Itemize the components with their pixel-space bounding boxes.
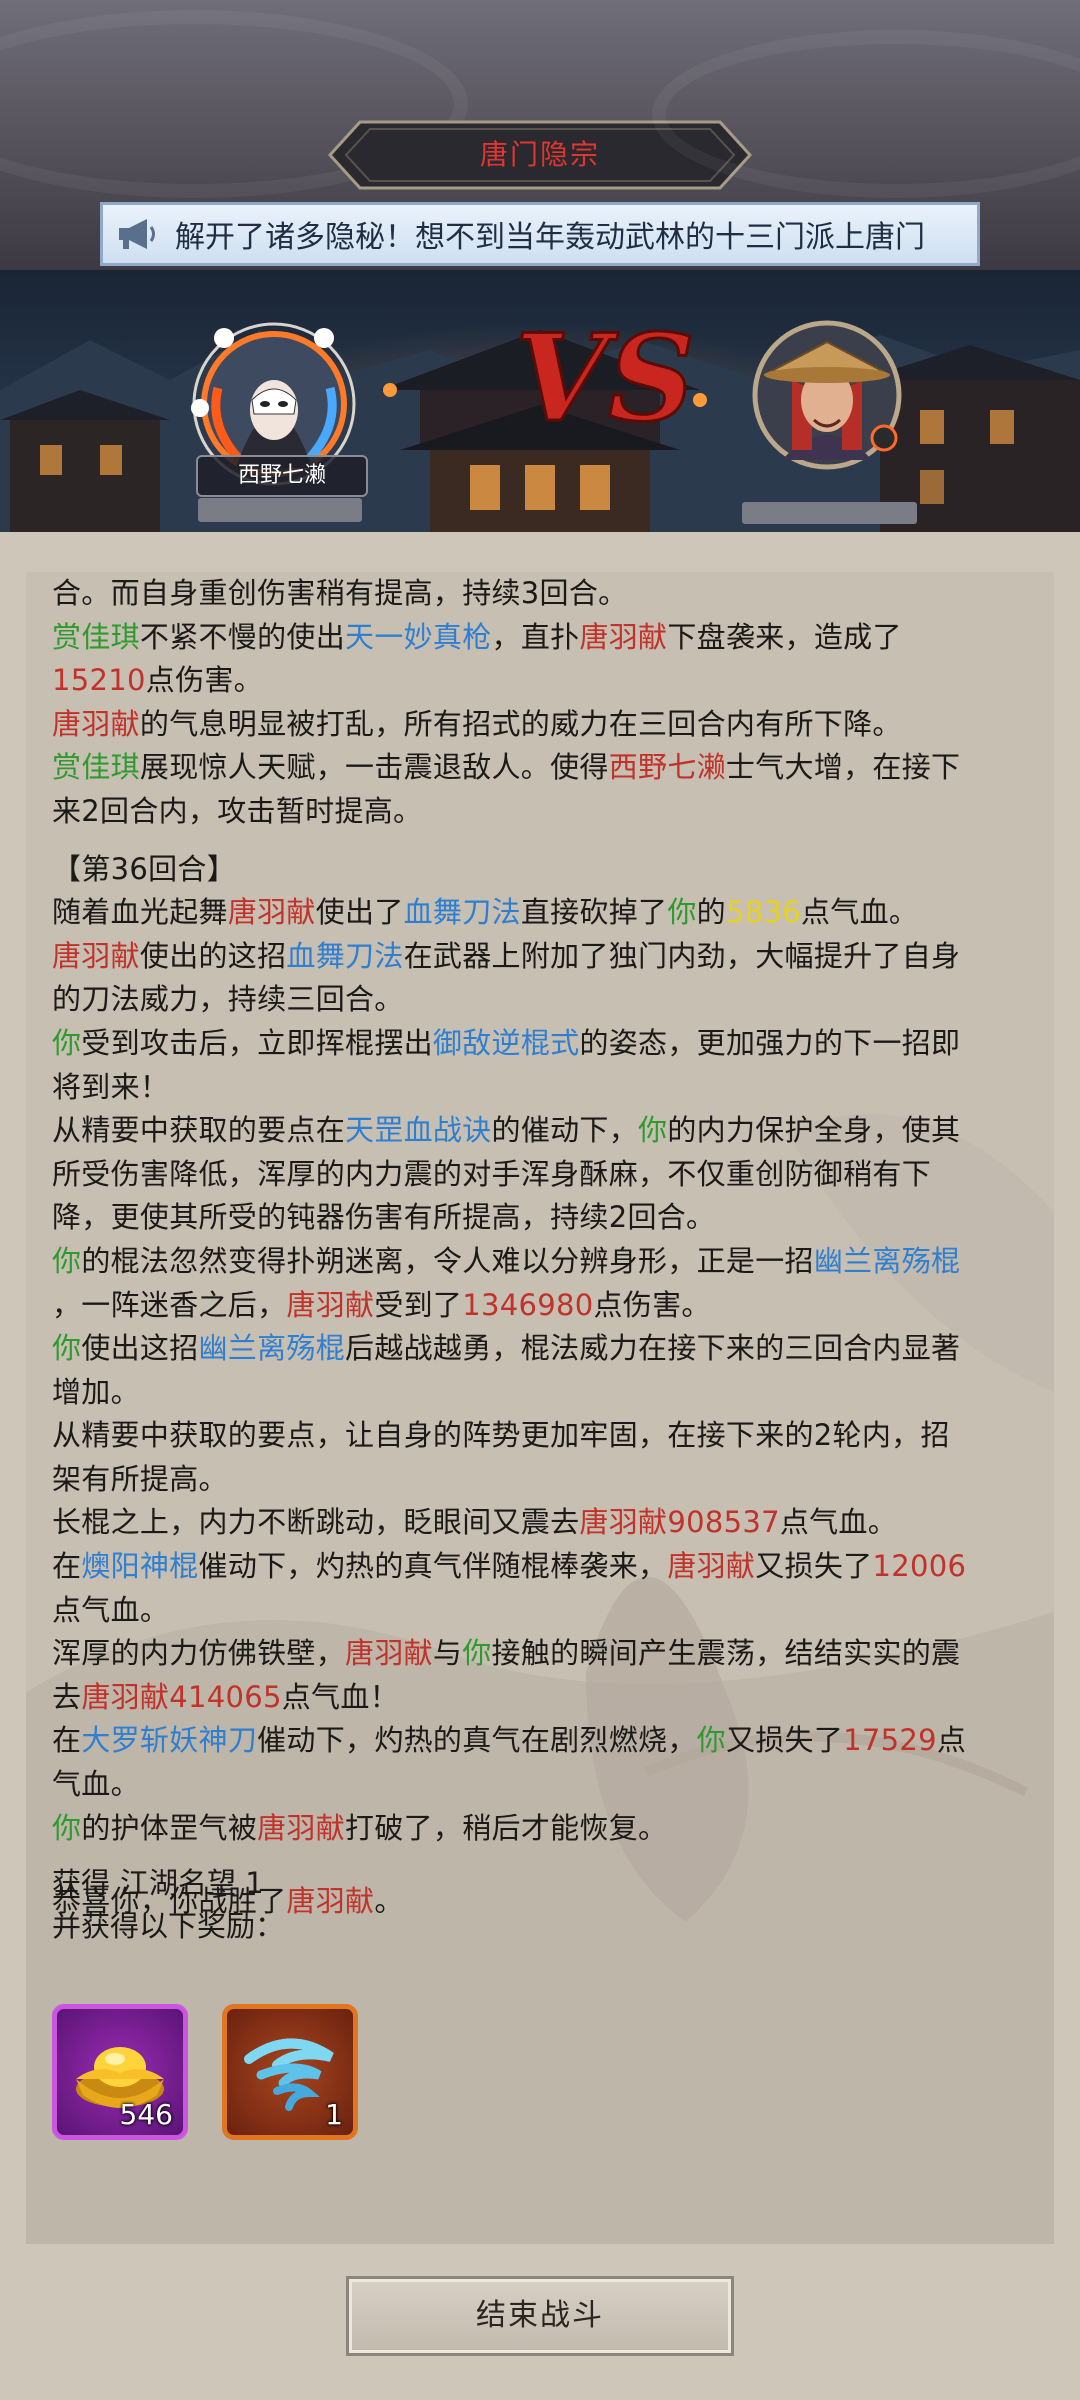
log-line: 在燠阳神棍催动下，灼热的真气伴随棍棒袭来，唐羽献又损失了12006 — [52, 1549, 967, 1584]
log-line: 合。而自身重创伤害稍有提高，持续3回合。 — [52, 576, 628, 610]
player-name: 西野七濑 — [196, 455, 368, 497]
log-line: 赏佳琪展现惊人天赋，一击震退敌人。使得西野七濑士气大增，在接下 — [52, 750, 961, 785]
log-line: 去唐羽献414065点气血！ — [52, 1679, 399, 1714]
log-line: 气血。 — [52, 1767, 140, 1802]
log-line: 你的护体罡气被唐羽献打破了，稍后才能恢复。 — [52, 1810, 668, 1845]
log-line: 将到来！ — [52, 1069, 170, 1104]
battle-log-panel[interactable]: 合。而自身重创伤害稍有提高，持续3回合。 赏佳琪不紧不慢的使出天一妙真枪，直扑唐… — [26, 572, 1054, 2244]
log-line: 赏佳琪不紧不慢的使出天一妙真枪，直扑唐羽献下盘袭来，造成了 — [52, 619, 902, 654]
log-line: 唐羽献的气息明显被打乱，所有招式的威力在三回合内有所下降。 — [52, 706, 902, 741]
log-line: 降，更使其所受的钝器伤害有所提高，持续2回合。 — [52, 1200, 716, 1235]
log-line: 所受伤害降低，浑厚的内力震的对手浑身酥麻，不仅重创防御稍有下 — [52, 1156, 932, 1191]
log-line: 从精要中获取的要点，让自身的阵势更加牢固，在接下来的2轮内，招 — [52, 1418, 950, 1453]
log-line: 你使出这招幽兰离殇棍后越战越勇，棍法威力在接下来的三回合内显著 — [52, 1331, 961, 1366]
battle-log-text: 合。而自身重创伤害稍有提高，持续3回合。 赏佳琪不紧不慢的使出天一妙真枪，直扑唐… — [52, 572, 1038, 1924]
reward-label: 并获得以下奖励： — [52, 1909, 285, 1943]
log-line: 长棍之上，内力不断跳动，眨眼间又震去唐羽献908537点气血。 — [52, 1505, 898, 1540]
reward-summary: 获得 江湖名望 1 并获得以下奖励： — [52, 1862, 284, 1948]
notice-bar: 解开了诸多隐秘！想不到当年轰动武林的十三门派上唐门 — [100, 202, 980, 266]
player-hp-bar — [198, 498, 362, 522]
round-header: 【第36回合】 — [52, 851, 237, 886]
notice-text: 解开了诸多隐秘！想不到当年轰动武林的十三门派上唐门 — [175, 220, 925, 255]
reward-item-gold[interactable]: 546 — [52, 2004, 188, 2140]
item-count: 546 — [119, 2098, 173, 2131]
log-line: 在大罗斩妖神刀催动下，灼热的真气在剧烈燃烧，你又损失了17529点 — [52, 1723, 967, 1758]
end-battle-button[interactable]: 结束战斗 — [346, 2276, 734, 2356]
log-line: 随着血光起舞唐羽献使出了血舞刀法直接砍掉了你的5836点气血。 — [52, 895, 919, 930]
enemy-hp-bar — [742, 502, 917, 524]
log-line: ，一阵迷香之后，唐羽献受到了1346980点伤害。 — [52, 1287, 711, 1322]
item-count: 1 — [325, 2098, 343, 2131]
reward-item-whirlwind[interactable]: 1 — [222, 2004, 358, 2140]
temple-background: VS — [0, 307, 1080, 532]
log-line: 你受到攻击后，立即挥棍摆出御敌逆棍式的姿态，更加强力的下一招即 — [52, 1025, 961, 1060]
log-line: 浑厚的内力仿佛铁壁，唐羽献与你接触的瞬间产生震荡，结结实实的震 — [52, 1636, 961, 1671]
log-line: 增加。 — [52, 1374, 140, 1409]
log-line: 15210点伤害。 — [52, 663, 263, 698]
megaphone-icon — [109, 206, 165, 262]
log-line: 点气血。 — [52, 1592, 170, 1627]
enemy-avatar[interactable] — [752, 320, 902, 470]
vs-text: VS — [515, 308, 695, 449]
log-line: 唐羽献使出的这招血舞刀法在武器上附加了独门内劲，大幅提升了自身 — [52, 938, 961, 973]
log-line: 的刀法威力，持续三回合。 — [52, 982, 404, 1017]
log-line: 来2回合内，攻击暂时提高。 — [52, 793, 423, 828]
battle-scene: VS 西野七濑 — [0, 270, 1080, 532]
log-line: 你的棍法忽然变得扑朔迷离，令人难以分辨身形，正是一招幽兰离殇棍 — [52, 1243, 961, 1278]
log-line: 架有所提高。 — [52, 1461, 228, 1496]
title-plate: 唐门隐宗 — [328, 120, 752, 190]
top-banner: 唐门隐宗 解开了诸多隐秘！想不到当年轰动武林的十三门派上唐门 — [0, 0, 1080, 270]
fame-reward: 获得 江湖名望 1 — [52, 1866, 264, 1900]
page-title: 唐门隐宗 — [479, 138, 600, 171]
log-line: 从精要中获取的要点在天罡血战诀的催动下，你的内力保护全身，使其 — [52, 1113, 961, 1148]
